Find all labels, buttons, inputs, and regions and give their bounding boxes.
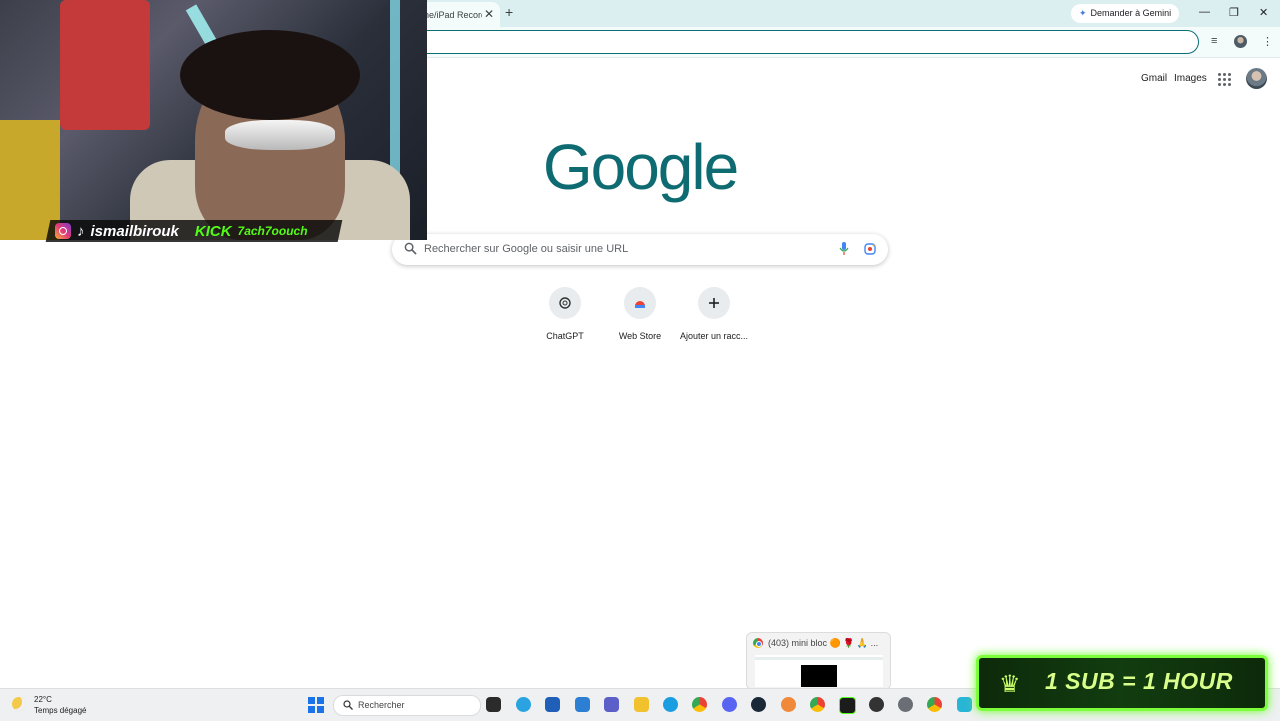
google-lens-icon[interactable] bbox=[864, 243, 876, 255]
shortcut-chatgpt[interactable]: ChatGPT bbox=[525, 287, 605, 341]
taskbar-search-label: Rechercher bbox=[358, 700, 405, 710]
settings-gear-icon[interactable] bbox=[898, 697, 913, 712]
web-store-icon bbox=[624, 287, 656, 319]
taskbar-preview[interactable]: (403) mini bloc 🟠 🌹 🙏 ... bbox=[746, 632, 891, 690]
search-icon bbox=[343, 700, 353, 710]
moon-weather-icon[interactable] bbox=[12, 697, 26, 711]
close-tab-icon[interactable]: ✕ bbox=[484, 7, 494, 21]
telegram-icon[interactable] bbox=[516, 697, 531, 712]
chrome-icon bbox=[753, 638, 763, 648]
google-logo: Google bbox=[542, 131, 739, 203]
search-icon bbox=[404, 242, 417, 255]
shortcut-add[interactable]: Ajouter un racc... bbox=[674, 287, 754, 341]
kick-app-icon[interactable] bbox=[839, 697, 856, 714]
app-icon[interactable] bbox=[957, 697, 972, 712]
sub-banner-text: 1 SUB = 1 HOUR bbox=[1045, 668, 1233, 694]
images-link[interactable]: Images bbox=[1174, 73, 1207, 84]
minimize-icon[interactable]: — bbox=[1199, 6, 1210, 18]
crown-icon: ♛ bbox=[999, 671, 1021, 698]
new-tab-button[interactable]: + bbox=[505, 4, 513, 20]
gemini-button[interactable]: ✦ Demander à Gemini bbox=[1071, 4, 1180, 23]
shortcut-label: Ajouter un racc... bbox=[679, 331, 749, 341]
shortcut-label: Web Store bbox=[618, 331, 662, 341]
temperature: 22°C bbox=[34, 695, 52, 704]
discord-icon[interactable] bbox=[722, 697, 737, 712]
openai-icon bbox=[549, 287, 581, 319]
chrome-icon[interactable] bbox=[692, 697, 707, 712]
shortcut-web-store[interactable]: Web Store bbox=[600, 287, 680, 341]
social-banner: ♪ ismailbirouk KICK 7ach7oouch bbox=[55, 220, 308, 242]
instagram-icon bbox=[55, 223, 71, 239]
store-icon[interactable] bbox=[545, 697, 560, 712]
background-jersey bbox=[60, 0, 150, 130]
restore-icon[interactable]: ❐ bbox=[1229, 6, 1239, 19]
taskbar-search[interactable]: Rechercher bbox=[333, 695, 481, 716]
start-button[interactable] bbox=[308, 697, 324, 713]
gmail-link[interactable]: Gmail bbox=[1141, 73, 1167, 84]
file-explorer-icon[interactable] bbox=[634, 697, 649, 712]
reading-list-icon[interactable]: ≡ bbox=[1211, 35, 1217, 47]
plus-icon bbox=[698, 287, 730, 319]
sub-banner: ♛ 1 SUB = 1 HOUR bbox=[976, 655, 1268, 711]
social-handle: ismailbirouk bbox=[90, 222, 179, 240]
chrome-icon[interactable] bbox=[927, 697, 942, 712]
account-avatar[interactable] bbox=[1246, 68, 1267, 89]
chrome-icon[interactable] bbox=[810, 697, 825, 712]
kick-handle: 7ach7oouch bbox=[237, 224, 308, 238]
teams-icon[interactable] bbox=[604, 697, 619, 712]
outlook-icon[interactable] bbox=[575, 697, 590, 712]
weather-description: Temps dégagé bbox=[34, 706, 87, 715]
preview-thumbnail bbox=[755, 655, 883, 687]
steam-icon[interactable] bbox=[751, 697, 766, 712]
address-bar[interactable] bbox=[390, 30, 1199, 54]
edge-icon[interactable] bbox=[663, 697, 678, 712]
tab-title: ne/iPad Recordi bbox=[424, 10, 482, 20]
preview-title: (403) mini bloc 🟠 🌹 🙏 ... bbox=[768, 638, 879, 648]
obs-icon[interactable] bbox=[869, 697, 884, 712]
browser-tab[interactable]: ne/iPad Recordi ✕ bbox=[420, 2, 500, 27]
task-view-icon[interactable] bbox=[486, 697, 501, 712]
microphone-icon[interactable] bbox=[839, 242, 849, 256]
search-input[interactable]: Rechercher sur Google ou saisir une URL bbox=[424, 243, 628, 255]
kick-logo: KICK bbox=[194, 222, 232, 240]
webcam-overlay bbox=[0, 0, 427, 240]
shortcut-label: ChatGPT bbox=[546, 331, 584, 341]
profile-icon[interactable] bbox=[1234, 35, 1247, 48]
gemini-star-icon: ✦ bbox=[1079, 8, 1087, 18]
sunglasses bbox=[225, 120, 335, 150]
close-window-icon[interactable]: ✕ bbox=[1259, 6, 1268, 19]
tiktok-icon: ♪ bbox=[77, 222, 85, 240]
google-apps-icon[interactable] bbox=[1218, 73, 1231, 86]
app-icon[interactable] bbox=[781, 697, 796, 712]
search-box[interactable]: Rechercher sur Google ou saisir une URL bbox=[392, 234, 888, 265]
menu-dots-icon[interactable]: ⋮ bbox=[1262, 35, 1273, 48]
gemini-label: Demander à Gemini bbox=[1090, 8, 1172, 18]
streamer-hair bbox=[180, 30, 360, 120]
